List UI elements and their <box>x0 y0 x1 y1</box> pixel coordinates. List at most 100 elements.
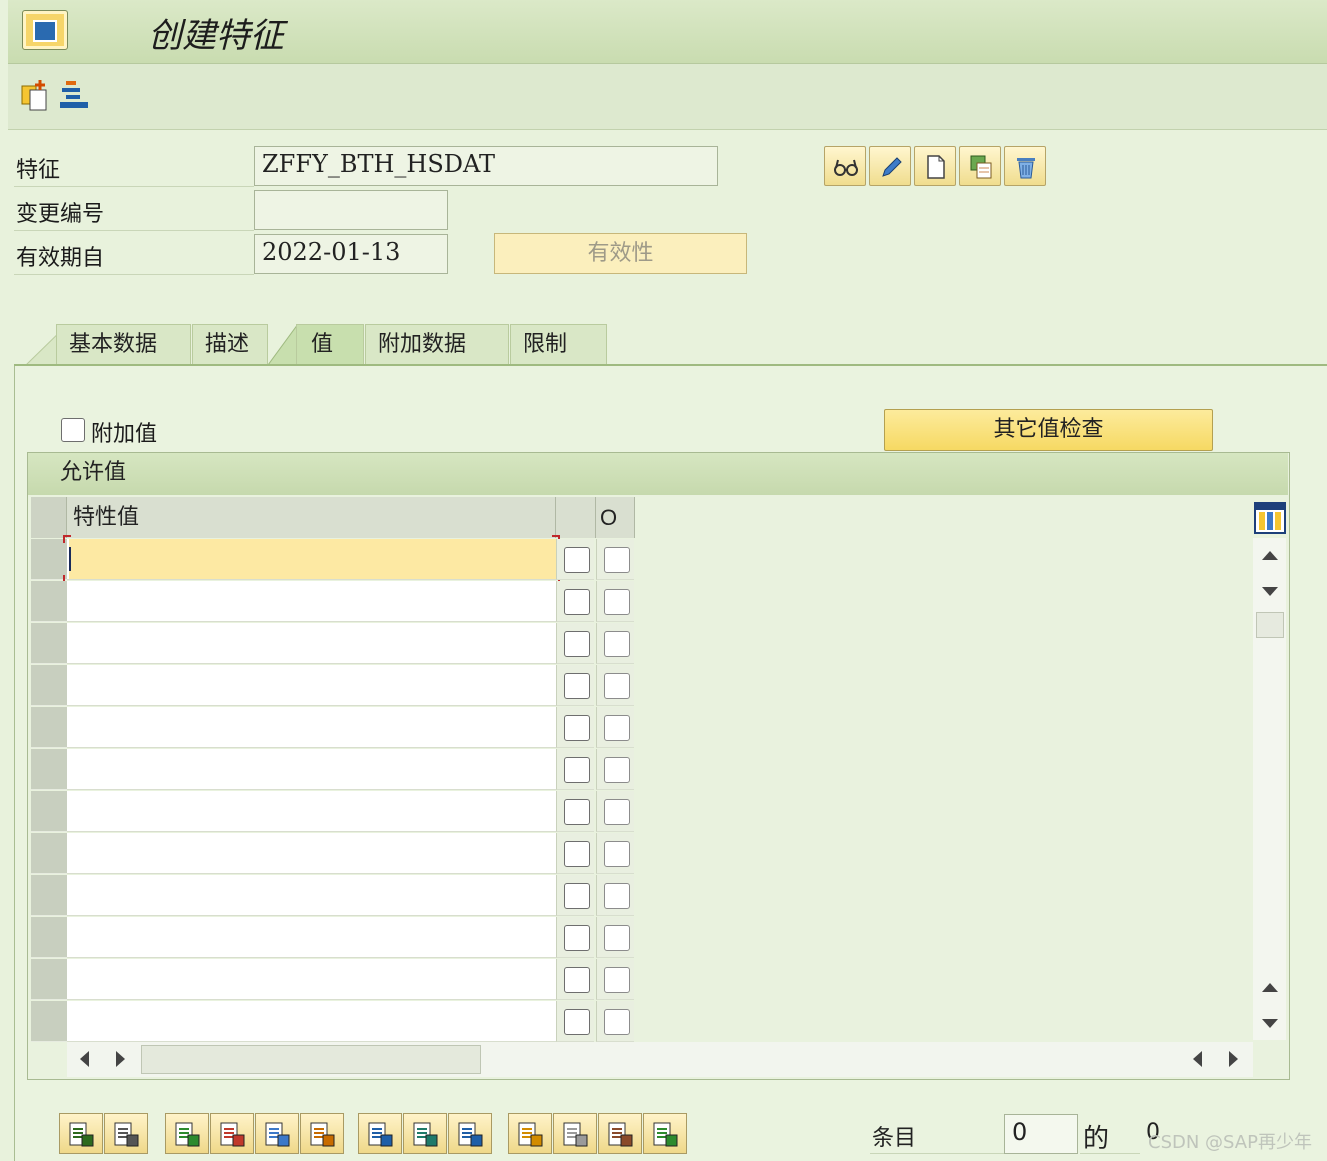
row-o-checkbox[interactable] <box>604 715 630 741</box>
row-selector[interactable] <box>31 707 67 748</box>
scroll-up-icon[interactable] <box>1262 551 1278 560</box>
column-settings-icon[interactable] <box>1254 502 1286 534</box>
scroll-far-right-icon[interactable] <box>1229 1051 1238 1067</box>
delete-row-button[interactable] <box>210 1113 254 1154</box>
row-flag-checkbox[interactable] <box>564 631 590 657</box>
row-selector[interactable] <box>31 917 67 958</box>
insert-row-button[interactable] <box>165 1113 209 1154</box>
scroll-right-icon[interactable] <box>116 1051 125 1067</box>
row-flag-checkbox[interactable] <box>564 715 590 741</box>
row-selector[interactable] <box>31 959 67 1000</box>
scroll-far-left-icon[interactable] <box>1193 1051 1202 1067</box>
row-flag-checkbox[interactable] <box>564 841 590 867</box>
tab-basic-data[interactable]: 基本数据 <box>56 324 191 364</box>
align-button[interactable] <box>358 1113 402 1154</box>
row-flag-checkbox[interactable] <box>564 757 590 783</box>
row-o-checkbox[interactable] <box>604 799 630 825</box>
display-button[interactable] <box>824 146 866 186</box>
value-cell[interactable] <box>67 623 556 664</box>
change-button[interactable] <box>869 146 911 186</box>
documents-button[interactable] <box>598 1113 642 1154</box>
row-flag-checkbox[interactable] <box>564 547 590 573</box>
tab-description[interactable]: 描述 <box>192 324 268 364</box>
row-o-checkbox[interactable] <box>604 841 630 867</box>
value-cell[interactable] <box>67 959 556 1000</box>
detail-view-button[interactable] <box>59 1113 103 1154</box>
value-cell[interactable] <box>63 535 560 583</box>
column-header-o[interactable]: O <box>596 497 635 538</box>
annotate-button[interactable] <box>508 1113 552 1154</box>
row-flag-checkbox[interactable] <box>564 799 590 825</box>
row-selector[interactable] <box>31 749 67 790</box>
row-flag-checkbox[interactable] <box>564 1009 590 1035</box>
label-underline <box>14 274 254 275</box>
row-o-checkbox[interactable] <box>604 967 630 993</box>
create-icon[interactable] <box>20 78 52 112</box>
change-number-label: 变更编号 <box>16 202 105 227</box>
application-toolbar <box>8 64 1327 130</box>
tab-values[interactable]: 值 <box>296 324 364 364</box>
scroll-thumb[interactable] <box>1256 612 1284 638</box>
value-cell[interactable] <box>67 665 556 706</box>
row-flag-checkbox[interactable] <box>564 883 590 909</box>
value-cell[interactable] <box>67 833 556 874</box>
additional-values-checkbox[interactable] <box>61 418 85 442</box>
sort-button[interactable] <box>300 1113 344 1154</box>
scroll-left-icon[interactable] <box>80 1051 89 1067</box>
hscroll-thumb[interactable] <box>141 1045 481 1074</box>
copy-rows-button[interactable] <box>255 1113 299 1154</box>
row-o-checkbox[interactable] <box>604 589 630 615</box>
filter-button[interactable] <box>403 1113 447 1154</box>
value-cell[interactable] <box>67 791 556 832</box>
other-value-check-button[interactable]: 其它值检查 <box>884 409 1213 451</box>
value-cell[interactable] <box>67 917 556 958</box>
value-cell[interactable] <box>67 707 556 748</box>
new-button[interactable] <box>914 146 956 186</box>
row-o-checkbox[interactable] <box>604 547 630 573</box>
row-o-checkbox[interactable] <box>604 883 630 909</box>
value-cell[interactable] <box>67 1001 556 1042</box>
entry-current-input[interactable]: 0 <box>1004 1114 1078 1154</box>
row-o-checkbox[interactable] <box>604 925 630 951</box>
row-selector[interactable] <box>31 623 67 664</box>
column-header-flag[interactable] <box>556 497 596 538</box>
hierarchy-icon[interactable] <box>58 78 90 112</box>
row-o-checkbox[interactable] <box>604 757 630 783</box>
scroll-page-down-icon[interactable] <box>1262 1019 1278 1028</box>
change-number-input[interactable] <box>254 190 448 230</box>
row-flag-checkbox[interactable] <box>564 925 590 951</box>
row-flag-checkbox[interactable] <box>564 673 590 699</box>
row-flag-checkbox[interactable] <box>564 967 590 993</box>
feature-input[interactable]: ZFFY_BTH_HSDAT <box>254 146 718 186</box>
find-button[interactable] <box>448 1113 492 1154</box>
scroll-page-up-icon[interactable] <box>1262 983 1278 992</box>
row-o-checkbox[interactable] <box>604 1009 630 1035</box>
value-cell[interactable] <box>67 749 556 790</box>
copy-button[interactable] <box>959 146 1001 186</box>
transfer-button[interactable] <box>643 1113 687 1154</box>
tab-restrictions[interactable]: 限制 <box>510 324 607 364</box>
scroll-down-icon[interactable] <box>1262 587 1278 596</box>
edit-doc-button[interactable] <box>553 1113 597 1154</box>
row-o-checkbox[interactable] <box>604 673 630 699</box>
column-header-value[interactable]: 特性值 <box>67 497 556 538</box>
row-flag-checkbox[interactable] <box>564 589 590 615</box>
delete-row-icon <box>220 1122 245 1147</box>
row-o-checkbox[interactable] <box>604 631 630 657</box>
row-selector[interactable] <box>31 1001 67 1042</box>
value-cell[interactable] <box>67 875 556 916</box>
app-icon[interactable] <box>22 10 68 50</box>
row-selector[interactable] <box>31 833 67 874</box>
row-selector[interactable] <box>31 791 67 832</box>
delete-button[interactable] <box>1004 146 1046 186</box>
tab-additional-data[interactable]: 附加数据 <box>365 324 509 364</box>
select-all-corner[interactable] <box>31 497 67 538</box>
row-selector[interactable] <box>31 875 67 916</box>
detail-edit-button[interactable] <box>104 1113 148 1154</box>
valid-from-input[interactable]: 2022-01-13 <box>254 234 448 274</box>
row-selector[interactable] <box>31 539 67 580</box>
row-selector[interactable] <box>31 581 67 622</box>
value-cell[interactable] <box>67 581 556 622</box>
validity-button[interactable]: 有效性 <box>494 233 747 274</box>
row-selector[interactable] <box>31 665 67 706</box>
